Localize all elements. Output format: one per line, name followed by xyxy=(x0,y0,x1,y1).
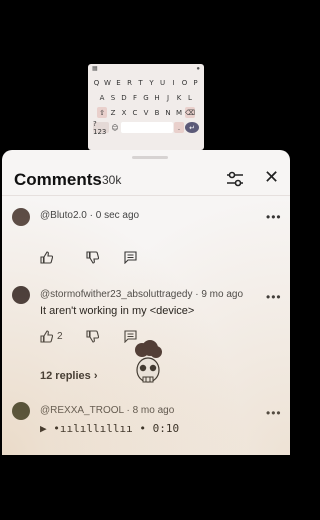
key-row2-7[interactable]: K xyxy=(174,92,184,103)
like-button[interactable]: 2 xyxy=(40,329,63,343)
key-row1-4[interactable]: T xyxy=(136,77,146,88)
comment-author[interactable]: @Bluto2.0 · 0 sec ago xyxy=(40,210,139,221)
keyboard-row-2: ASDFGHJKL xyxy=(88,92,204,103)
key-row1-9[interactable]: P xyxy=(191,77,201,88)
key-row2-2[interactable]: D xyxy=(119,92,129,103)
keyboard-toolbar: ▦ ● xyxy=(88,64,204,73)
thumbs-up-icon xyxy=(40,329,53,343)
more-options-icon[interactable]: ••• xyxy=(266,210,282,224)
key-row2-8[interactable]: L xyxy=(185,92,195,103)
key-row3-3[interactable]: C xyxy=(130,107,140,118)
drag-handle[interactable] xyxy=(132,156,168,159)
comment-author[interactable]: @stormofwither23_absoluttragedy · 9 mo a… xyxy=(40,289,243,300)
more-options-icon[interactable]: ••• xyxy=(266,406,282,420)
more-options-icon[interactable]: ••• xyxy=(266,290,282,304)
avatar[interactable] xyxy=(12,286,30,304)
key-row2-6[interactable]: J xyxy=(163,92,173,103)
header-divider xyxy=(2,195,290,196)
grid-icon[interactable]: ▦ xyxy=(92,65,98,72)
key-row3-4[interactable]: V xyxy=(141,107,151,118)
key-row1-5[interactable]: Y xyxy=(147,77,157,88)
comments-sheet: Comments 30k ✕ @Bluto2.0 · 0 sec ago •••… xyxy=(2,150,290,455)
key-row3-0[interactable]: ⇧ xyxy=(97,107,107,118)
like-count: 2 xyxy=(57,330,63,342)
audio-message[interactable]: ▶ •ıılıllıllıı • 0:10 xyxy=(40,422,179,435)
key-row1-8[interactable]: O xyxy=(180,77,190,88)
key-row1-6[interactable]: U xyxy=(158,77,168,88)
key-row4-0[interactable]: ?123 xyxy=(93,120,109,136)
key-row2-0[interactable]: A xyxy=(97,92,107,103)
keyboard-row-1: QWERTYUIOP xyxy=(88,77,204,88)
close-icon[interactable]: ✕ xyxy=(264,167,279,188)
key-row4-2[interactable] xyxy=(121,122,173,133)
dislike-button[interactable] xyxy=(86,250,99,264)
key-row1-0[interactable]: Q xyxy=(92,77,102,88)
replies-label: 12 replies xyxy=(40,370,91,382)
key-row4-3[interactable]: . xyxy=(174,122,184,133)
comment-text: It aren't working in my <device> xyxy=(40,305,195,317)
key-row3-7[interactable]: M xyxy=(174,107,184,118)
like-button[interactable] xyxy=(40,250,53,264)
key-row3-8[interactable]: ⌫ xyxy=(185,107,195,118)
key-row3-5[interactable]: B xyxy=(152,107,162,118)
replies-link[interactable]: 12 replies › xyxy=(40,370,98,382)
keyboard-row-3: ⇧ Z X C V B N M ⌫ xyxy=(88,107,204,118)
thumbs-down-icon xyxy=(86,329,99,343)
reply-button[interactable] xyxy=(124,250,137,264)
key-row3-6[interactable]: N xyxy=(163,107,173,118)
key-row4-4[interactable]: ↵ xyxy=(185,122,199,133)
thumbs-down-icon xyxy=(86,250,99,264)
comment-author[interactable]: @REXXA_TROOL · 8 mo ago xyxy=(40,405,174,416)
thumbs-up-icon xyxy=(40,250,53,264)
key-row2-4[interactable]: G xyxy=(141,92,151,103)
avatar[interactable] xyxy=(12,402,30,420)
key-row4-1[interactable]: ☺ xyxy=(110,122,120,133)
keyboard-row-4: ?123 ☺. ↵ xyxy=(88,120,204,136)
mic-icon[interactable]: ● xyxy=(196,66,200,72)
dislike-button[interactable] xyxy=(86,329,99,343)
key-row1-7[interactable]: I xyxy=(169,77,179,88)
comment-icon xyxy=(124,250,137,264)
key-row1-3[interactable]: R xyxy=(125,77,135,88)
key-row1-1[interactable]: W xyxy=(103,77,113,88)
on-screen-keyboard[interactable]: ▦ ● QWERTYUIOP ASDFGHJKL ⇧ Z X C V B N M ⌫ ?123 ☺… xyxy=(88,64,204,150)
key-row3-1[interactable]: Z xyxy=(108,107,118,118)
key-row1-2[interactable]: E xyxy=(114,77,124,88)
comments-count: 30k xyxy=(102,173,122,187)
comments-title: Comments xyxy=(14,170,102,189)
exploding-skull-sticker xyxy=(135,340,162,383)
avatar[interactable] xyxy=(12,208,30,226)
filter-icon[interactable] xyxy=(224,168,246,190)
key-row3-2[interactable]: X xyxy=(119,107,129,118)
key-row2-1[interactable]: S xyxy=(108,92,118,103)
key-row2-5[interactable]: H xyxy=(152,92,162,103)
key-row2-3[interactable]: F xyxy=(130,92,140,103)
